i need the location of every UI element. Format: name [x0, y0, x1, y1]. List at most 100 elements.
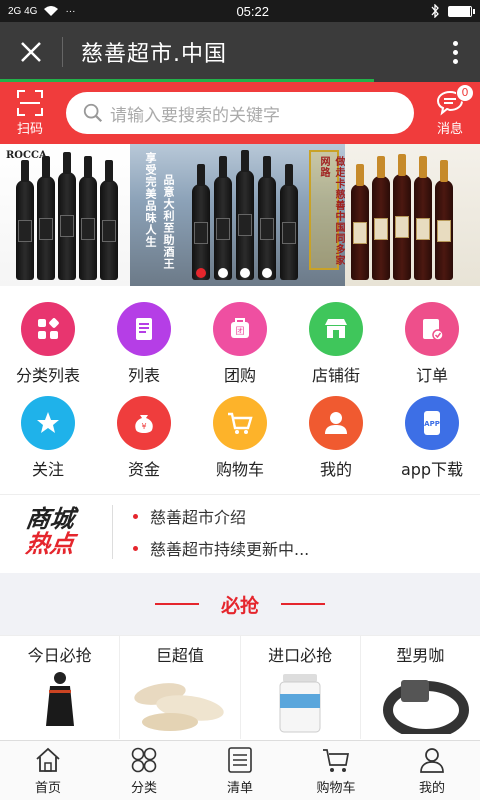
band-line	[281, 603, 325, 605]
network-indicator: 2G 4G	[8, 5, 38, 17]
nav-label: 分类列表	[15, 366, 80, 385]
nav-label: 列表	[127, 366, 160, 385]
close-button[interactable]	[0, 22, 62, 82]
list-icon	[117, 302, 171, 356]
sale-cell-value[interactable]: 巨超值	[120, 636, 241, 739]
nav-item-order[interactable]: 订单	[384, 302, 480, 396]
carousel-dot[interactable]	[240, 268, 250, 278]
wine-bottle-image	[351, 164, 369, 280]
user-icon	[309, 396, 363, 450]
sale-cell-today[interactable]: 今日必抢	[0, 636, 121, 739]
news-logo-top: 商城	[24, 504, 77, 533]
menu-dot-icon	[452, 40, 458, 46]
carousel-indicator	[196, 268, 272, 278]
wine-bottle-image	[280, 164, 298, 280]
tab-profile[interactable]: 我的	[384, 741, 480, 800]
more-menu-button[interactable]	[430, 22, 480, 82]
nav-item-category[interactable]: 分类列表	[0, 302, 96, 396]
battery-icon	[447, 5, 475, 17]
banner-slogan-2: 品意大利至助酒王	[162, 174, 175, 270]
page-title: 慈善超市.中国	[81, 42, 227, 67]
tab-label: 我的	[418, 781, 445, 796]
flash-sale-title: 必抢	[220, 594, 259, 617]
nav-item-app[interactable]: APP app下载	[384, 396, 480, 490]
group-buy-icon: 团	[213, 302, 267, 356]
tab-label: 分类	[130, 781, 157, 796]
sale-cell-label: 进口必抢	[268, 646, 333, 665]
message-label: 消息	[436, 121, 463, 137]
sale-cell-men[interactable]: 型男咖	[361, 636, 480, 739]
news-logo: 商城 热点	[0, 495, 112, 569]
nav-item-money-bag[interactable]: ¥ 资金	[96, 396, 192, 490]
product-image	[361, 666, 480, 739]
promo-banner-carousel[interactable]: ROCCA 享受完美品味人生 品意大利至助酒王 做走卡慈善中国同多家网路	[0, 144, 480, 286]
loading-progress	[0, 79, 480, 82]
message-count-badge: 0	[456, 83, 474, 102]
wine-bottle-image	[37, 156, 55, 280]
carousel-dot[interactable]	[196, 268, 206, 278]
news-item[interactable]: 慈善超市介绍	[133, 500, 309, 532]
sale-cell-import[interactable]: 进口必抢	[241, 636, 361, 739]
product-image	[0, 666, 119, 739]
nav-item-cart[interactable]: 购物车	[192, 396, 288, 490]
bottom-tab-bar: 首页 分类 清单 购物车 我的	[0, 740, 480, 800]
scan-label: 扫码	[16, 121, 43, 137]
sale-cell-label: 型男咖	[396, 646, 445, 665]
wine-bottle-image	[393, 154, 411, 280]
tab-label: 首页	[34, 781, 61, 796]
sale-cell-label: 今日必抢	[27, 646, 92, 665]
wine-bottle-image	[16, 160, 34, 280]
product-image	[120, 666, 239, 739]
nav-label: app下载	[400, 460, 464, 479]
band-line	[154, 603, 199, 605]
wine-bottle-image	[258, 156, 276, 280]
sale-cell-label: 巨超值	[155, 646, 204, 665]
tab-category[interactable]: 分类	[96, 741, 192, 800]
nav-label: 团购	[223, 366, 256, 385]
search-input[interactable]: 请输入要搜索的关键字	[66, 92, 414, 134]
wine-bottle-image	[414, 156, 432, 280]
news-logo-bottom: 热点	[24, 530, 77, 558]
nav-item-store[interactable]: 店铺街	[288, 302, 384, 396]
banner-right-panel	[345, 144, 480, 286]
nav-label: 购物车	[215, 460, 264, 479]
tab-list[interactable]: 清单	[192, 741, 288, 800]
quick-nav-grid: 分类列表 列表团团购 店铺街 订单 关注 ¥ 资金 购物车 我的 APP app下载	[0, 286, 480, 490]
home-icon	[36, 747, 60, 772]
wine-bottle-image	[236, 150, 254, 280]
star-icon	[21, 396, 75, 450]
tab-cart[interactable]: 购物车	[288, 741, 384, 800]
news-item[interactable]: 慈善超市持续更新中...	[133, 532, 309, 564]
status-bar: 2G 4G ··· 05:22	[0, 0, 480, 22]
search-header: 扫码 请输入要搜索的关键字 消息 0	[0, 82, 480, 144]
nav-item-star[interactable]: 关注	[0, 396, 96, 490]
store-icon	[309, 302, 363, 356]
close-icon	[21, 42, 41, 62]
banner-slogan-box: 做走卡慈善中国同多家网路	[309, 150, 344, 270]
cart-icon	[213, 396, 267, 450]
wine-bottle-image	[100, 160, 118, 280]
banner-slogan-1: 享受完美品味人生	[144, 152, 157, 248]
nav-item-list[interactable]: 列表	[96, 302, 192, 396]
clock: 05:22	[236, 3, 269, 19]
tab-home[interactable]: 首页	[0, 741, 96, 800]
scan-button[interactable]: 扫码	[8, 89, 52, 137]
svg-text:¥: ¥	[141, 422, 146, 431]
carousel-dot[interactable]	[218, 268, 228, 278]
message-button[interactable]: 消息 0	[428, 83, 474, 137]
search-placeholder: 请输入要搜索的关键字	[110, 105, 280, 126]
app-icon: APP	[405, 396, 459, 450]
nav-item-group-buy[interactable]: 团团购	[192, 302, 288, 396]
carousel-dot[interactable]	[262, 268, 272, 278]
tab-label: 清单	[226, 781, 253, 796]
bluetooth-icon	[431, 4, 439, 18]
order-icon	[405, 302, 459, 356]
wine-bottle-image	[435, 160, 453, 280]
news-section: 商城 热点 慈善超市介绍 慈善超市持续更新中...	[0, 495, 480, 569]
category-tab-icon	[131, 747, 157, 773]
news-list: 慈善超市介绍 慈善超市持续更新中...	[113, 500, 309, 564]
svg-text:团: 团	[235, 326, 244, 337]
banner-slogan-3: 做走卡慈善中国同多家网路	[318, 156, 344, 266]
svg-text:APP: APP	[424, 420, 440, 428]
nav-item-user[interactable]: 我的	[288, 396, 384, 490]
